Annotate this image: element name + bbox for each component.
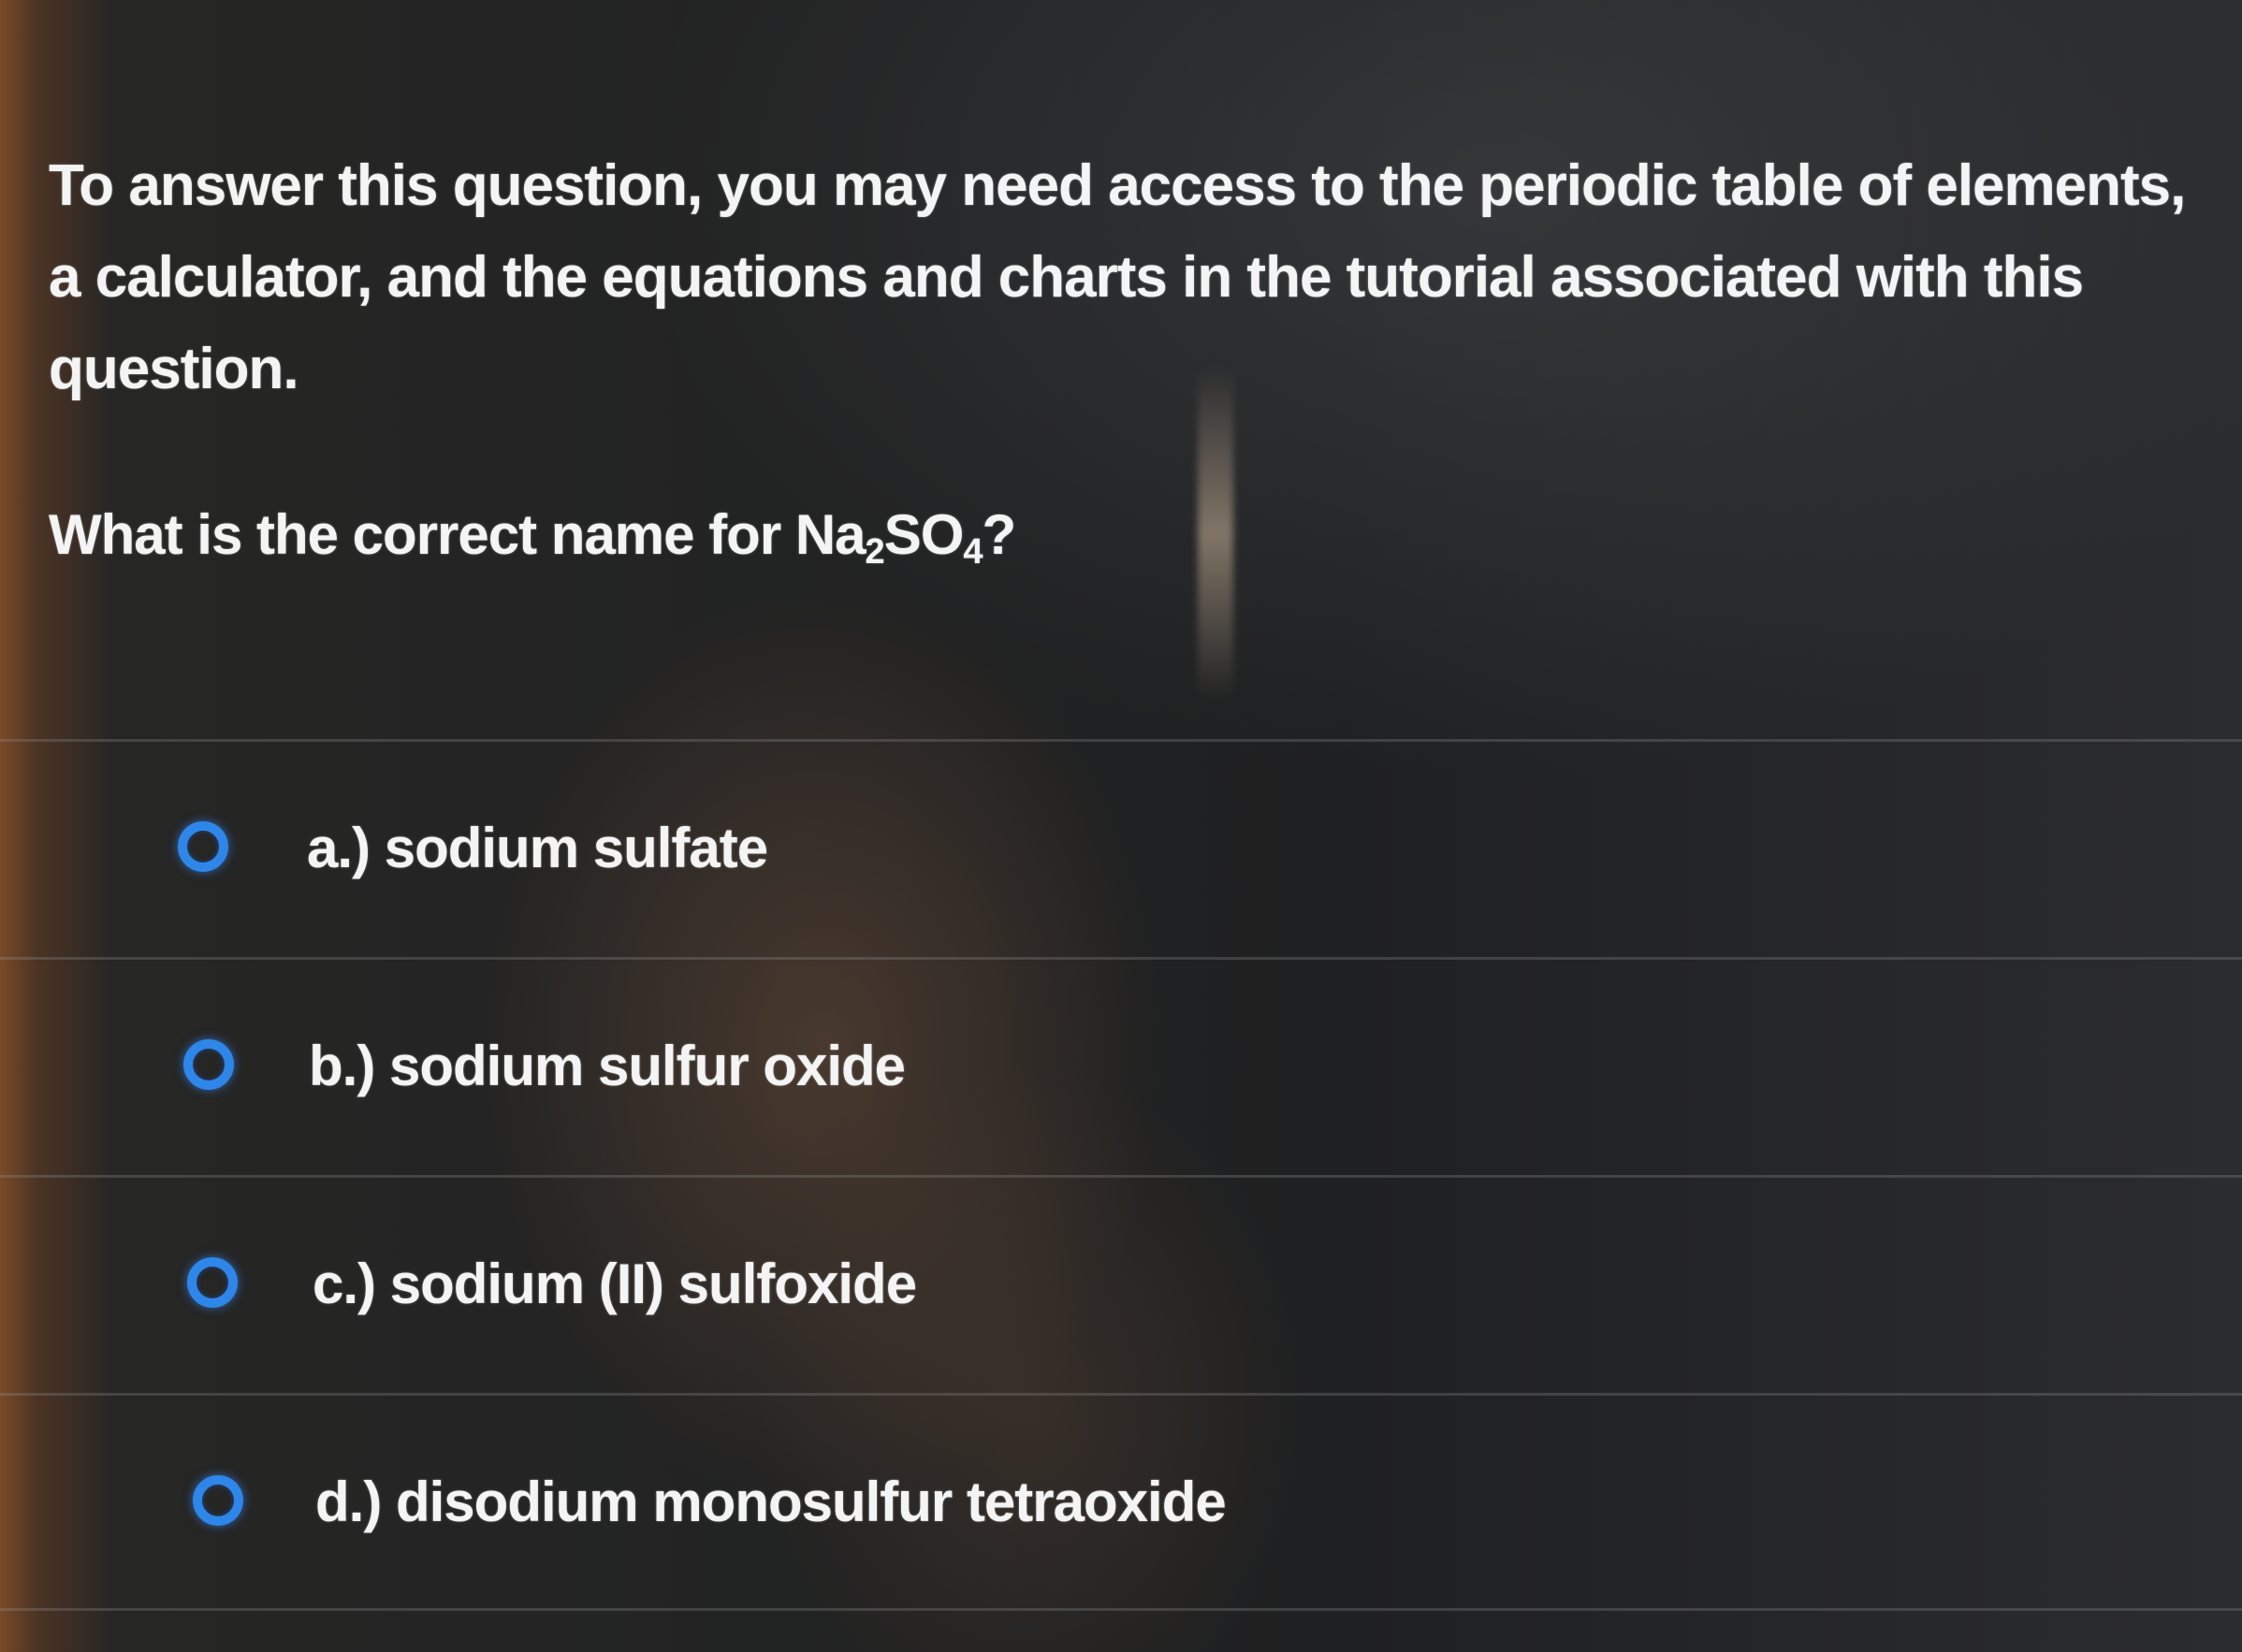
question-prompt: What is the correct name for Na2SO4?: [49, 498, 2214, 572]
option-text: sodium sulfate: [384, 817, 768, 879]
question-middle: SO: [883, 503, 965, 566]
radio-button-icon[interactable]: [178, 821, 228, 872]
question-panel: To answer this question, you may need ac…: [49, 140, 2214, 572]
answer-option-c-label: c.) sodium (II) sulfoxide: [313, 1251, 917, 1318]
radio-button-icon[interactable]: [193, 1475, 243, 1526]
radio-button-icon[interactable]: [187, 1257, 238, 1308]
radio-button-icon[interactable]: [183, 1039, 234, 1090]
formula-subscript-2: 2: [865, 532, 885, 572]
option-letter: b.): [309, 1035, 375, 1097]
question-instructions: To answer this question, you may need ac…: [49, 153, 2186, 401]
option-letter: c.): [313, 1253, 376, 1315]
option-text: disodium monosulfur tetraoxide: [395, 1471, 1227, 1533]
answer-option-b-label: b.) sodium sulfur oxide: [309, 1033, 906, 1100]
answer-option-d[interactable]: d.) disodium monosulfur tetraoxide: [0, 1393, 2242, 1611]
answer-option-a[interactable]: a.) sodium sulfate: [0, 739, 2242, 957]
option-text: sodium (II) sulfoxide: [389, 1253, 917, 1315]
question-suffix: ?: [982, 503, 1017, 566]
answer-option-c[interactable]: c.) sodium (II) sulfoxide: [0, 1175, 2242, 1393]
formula-subscript-4: 4: [963, 532, 983, 572]
option-letter: d.): [315, 1471, 382, 1533]
answer-option-d-label: d.) disodium monosulfur tetraoxide: [315, 1469, 1227, 1536]
answer-option-a-label: a.) sodium sulfate: [307, 815, 768, 882]
question-prefix: What is the correct name for Na: [49, 503, 866, 566]
answer-options: a.) sodium sulfate b.) sodium sulfur oxi…: [0, 739, 2242, 1611]
option-letter: a.): [307, 817, 371, 879]
option-text: sodium sulfur oxide: [388, 1035, 906, 1097]
answer-option-b[interactable]: b.) sodium sulfur oxide: [0, 957, 2242, 1175]
